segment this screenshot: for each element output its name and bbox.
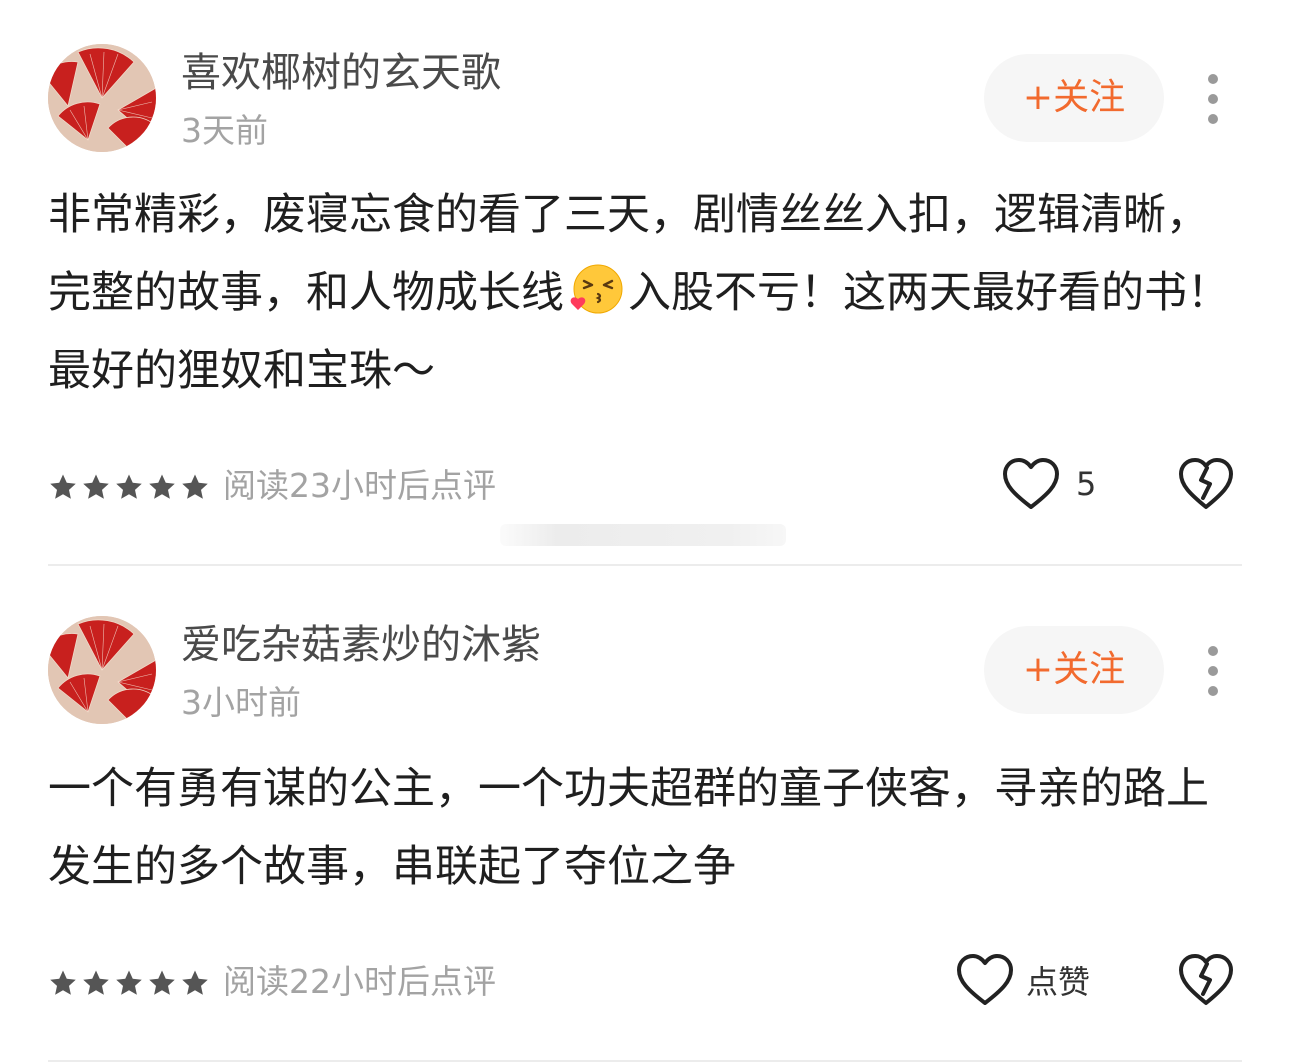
comment-item: 爱吃杂菇素炒的沐紫 3小时前 +关注 一个有勇有谋的公主，一个功夫超群的童子侠客… xyxy=(0,566,1290,1062)
star-icon xyxy=(182,474,208,499)
comment-time: 3小时前 xyxy=(181,683,301,722)
comment-text: 非常精彩，废寝忘食的看了三天，剧情丝丝入扣，逻辑清晰，完整的故事，和人物成长线 … xyxy=(48,176,1238,410)
folding-fan-avatar-image xyxy=(48,44,156,152)
read-duration-note: 阅读22小时后点评 xyxy=(223,962,496,1001)
comment-footer: 阅读23小时后点评 5 xyxy=(0,454,1290,524)
dislike-button[interactable] xyxy=(1176,952,1236,1008)
like-count: 5 xyxy=(1076,465,1097,503)
comment-footer: 阅读22小时后点评 点赞 xyxy=(0,950,1290,1020)
follow-button[interactable]: +关注 xyxy=(984,54,1164,142)
more-dot xyxy=(1208,686,1218,696)
broken-heart-icon xyxy=(1179,458,1233,509)
comment-text: 一个有勇有谋的公主，一个功夫超群的童子侠客，寻亲的路上发生的多个故事，串联起了夺… xyxy=(48,764,1209,892)
star-icon xyxy=(149,970,175,995)
star-rating xyxy=(48,968,210,998)
star-icon xyxy=(182,970,208,995)
avatar[interactable] xyxy=(48,44,156,152)
star-icon xyxy=(83,474,109,499)
folding-fan-avatar-image xyxy=(48,616,156,724)
read-duration-note: 阅读23小时后点评 xyxy=(223,466,496,505)
more-icon[interactable] xyxy=(1196,644,1230,698)
comment-item: 喜欢椰树的玄天歌 3天前 +关注 非常精彩，废寝忘食的看了三天，剧情丝丝入扣，逻… xyxy=(0,0,1290,566)
star-icon xyxy=(50,474,76,499)
star-icon xyxy=(50,970,76,995)
follow-button[interactable]: +关注 xyxy=(984,626,1164,714)
comment-time: 3天前 xyxy=(181,111,268,150)
more-dot xyxy=(1208,666,1218,676)
avatar[interactable] xyxy=(48,616,156,724)
more-icon[interactable] xyxy=(1196,72,1230,126)
username[interactable]: 喜欢椰树的玄天歌 xyxy=(181,48,501,98)
more-dot xyxy=(1208,646,1218,656)
star-icon xyxy=(116,474,142,499)
more-dot xyxy=(1208,94,1218,104)
star-icon xyxy=(149,474,175,499)
like-label: 点赞 xyxy=(1026,963,1091,1001)
heart-outline-icon xyxy=(1003,458,1059,509)
star-icon xyxy=(116,970,142,995)
star-icon xyxy=(83,970,109,995)
scroll-indicator xyxy=(500,524,786,546)
dislike-button[interactable] xyxy=(1176,456,1236,512)
star-rating xyxy=(48,472,210,502)
username[interactable]: 爱吃杂菇素炒的沐紫 xyxy=(181,620,541,670)
broken-heart-icon xyxy=(1179,954,1233,1005)
more-dot xyxy=(1208,114,1218,124)
more-dot xyxy=(1208,74,1218,84)
heart-outline-icon xyxy=(957,954,1013,1005)
kissing-face-emoji-icon xyxy=(568,261,624,317)
